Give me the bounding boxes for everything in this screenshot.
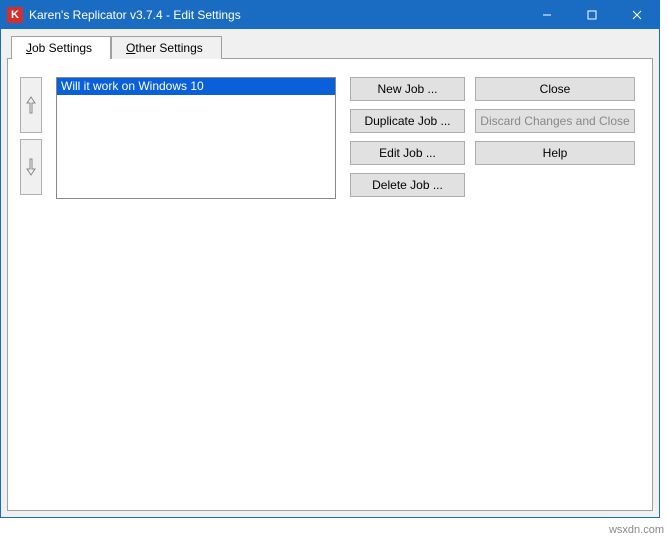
tab-other-settings-label: ther Settings	[135, 41, 202, 55]
duplicate-job-button[interactable]: Duplicate Job ...	[350, 109, 465, 133]
watermark: wsxdn.com	[609, 524, 664, 536]
tab-job-settings[interactable]: Job Settings	[11, 36, 111, 59]
minimize-button[interactable]	[524, 1, 569, 29]
minimize-icon	[542, 10, 552, 20]
list-item[interactable]: Will it work on Windows 10	[57, 78, 335, 95]
window-controls	[524, 1, 659, 29]
edit-job-button[interactable]: Edit Job ...	[350, 141, 465, 165]
arrow-up-icon	[25, 95, 37, 115]
action-buttons: New Job ... Duplicate Job ... Edit Job .…	[350, 77, 635, 197]
help-button[interactable]: Help	[475, 141, 635, 165]
app-icon: K	[7, 7, 23, 23]
job-action-column: New Job ... Duplicate Job ... Edit Job .…	[350, 77, 465, 197]
delete-job-button[interactable]: Delete Job ...	[350, 173, 465, 197]
dialog-action-column: Close Discard Changes and Close Help	[475, 77, 635, 197]
app-icon-letter: K	[11, 9, 19, 21]
maximize-button[interactable]	[569, 1, 614, 29]
tab-other-settings[interactable]: Other Settings	[111, 36, 222, 59]
new-job-button[interactable]: New Job ...	[350, 77, 465, 101]
move-up-button[interactable]	[20, 77, 42, 133]
move-down-button[interactable]	[20, 139, 42, 195]
arrow-down-icon	[25, 157, 37, 177]
client-area: Job Settings Other Settings Will it work…	[1, 29, 659, 517]
discard-button[interactable]: Discard Changes and Close	[475, 109, 635, 133]
content-row: Will it work on Windows 10 New Job ... D…	[20, 77, 640, 199]
tab-row: Job Settings Other Settings	[11, 36, 653, 59]
close-icon	[632, 10, 642, 20]
app-window: K Karen's Replicator v3.7.4 - Edit Setti…	[0, 0, 660, 518]
window-title: Karen's Replicator v3.7.4 - Edit Setting…	[29, 8, 524, 22]
close-window-button[interactable]	[614, 1, 659, 29]
tab-job-settings-label: ob Settings	[32, 41, 92, 55]
titlebar: K Karen's Replicator v3.7.4 - Edit Setti…	[1, 1, 659, 29]
tab-page-job-settings: Will it work on Windows 10 New Job ... D…	[7, 58, 653, 511]
close-button[interactable]: Close	[475, 77, 635, 101]
maximize-icon	[587, 10, 597, 20]
reorder-controls	[20, 77, 42, 195]
job-list[interactable]: Will it work on Windows 10	[56, 77, 336, 199]
